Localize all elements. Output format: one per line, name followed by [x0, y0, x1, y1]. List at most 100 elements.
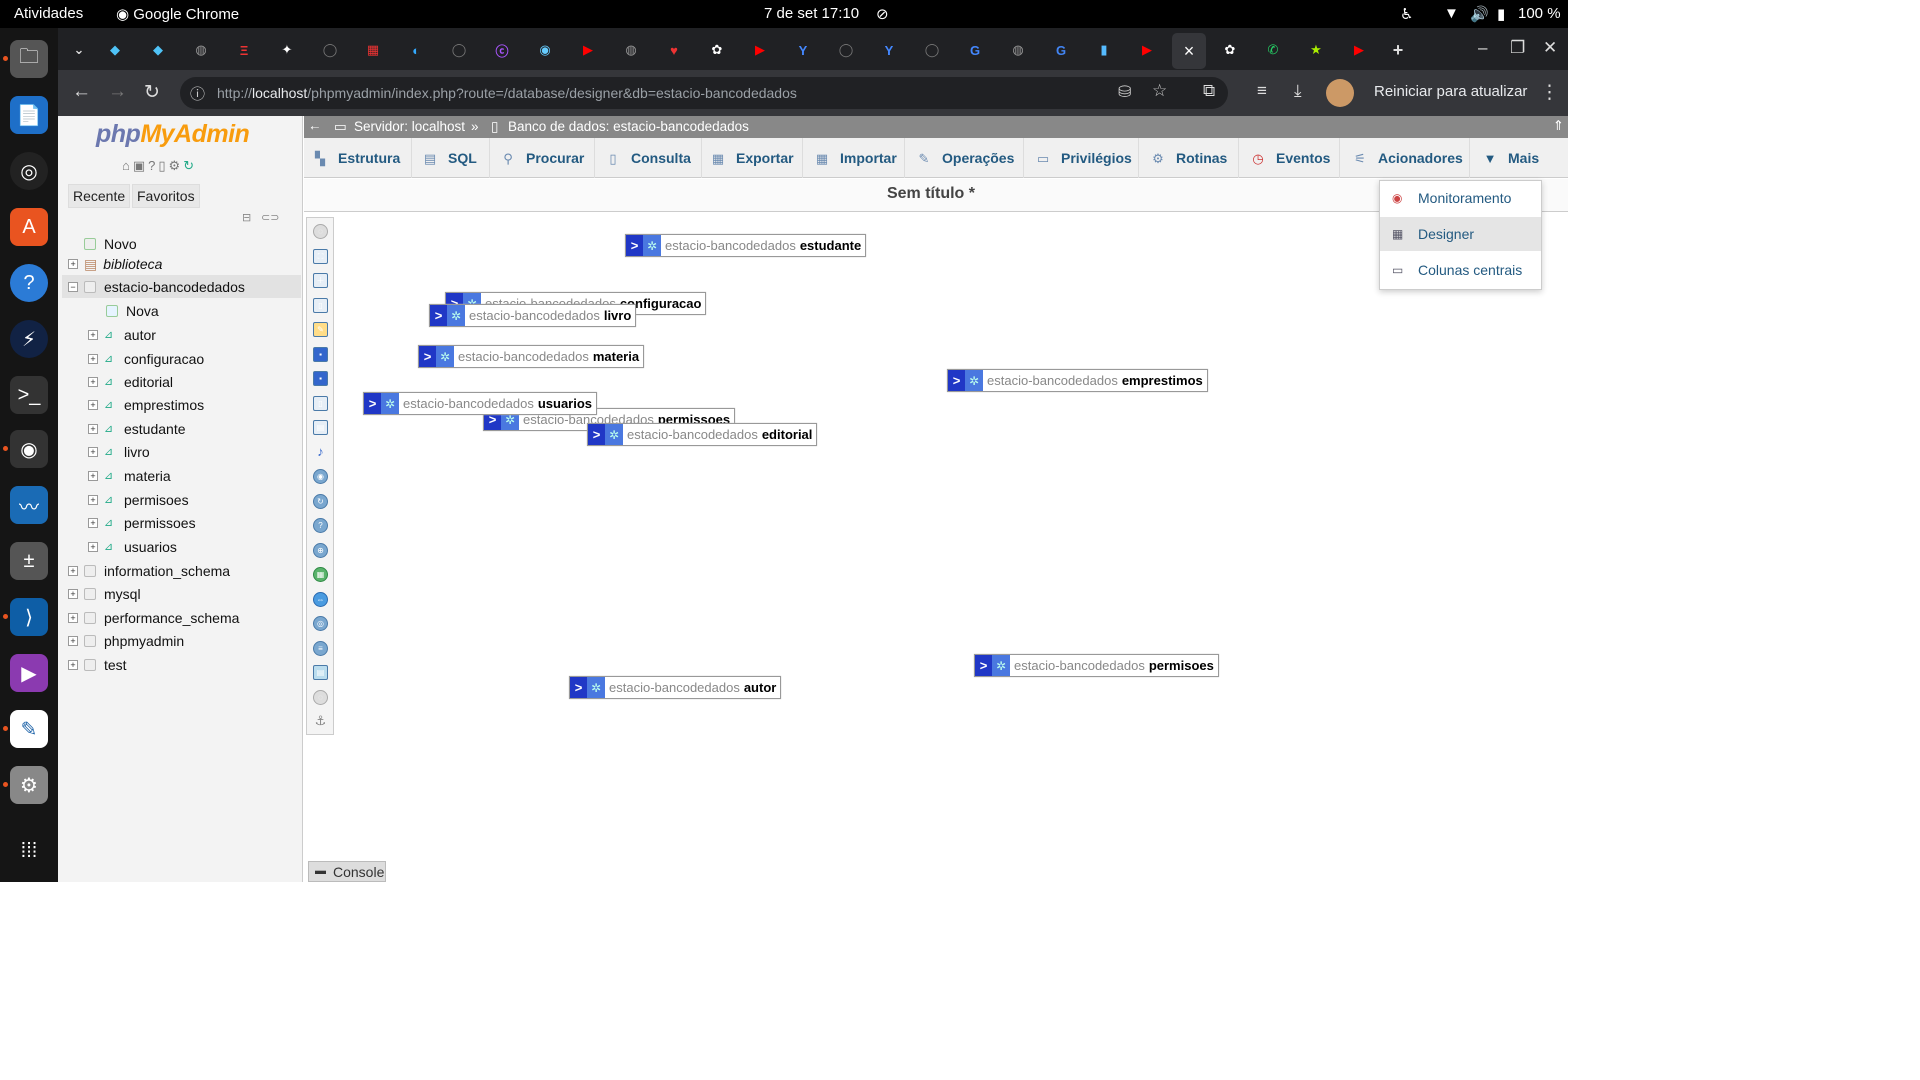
tab-favicon[interactable]: Y [790, 37, 816, 63]
toggle-columns-button[interactable]: > [419, 346, 436, 367]
designer-table-editorial[interactable]: > ✲ estacio-bancodedados editorial [587, 423, 818, 446]
expand-icon[interactable]: + [88, 447, 98, 457]
tab-favicon[interactable]: ◆ [102, 37, 128, 63]
reload-icon[interactable]: ↻ [144, 81, 160, 104]
docs-icon[interactable]: ? [148, 158, 158, 173]
scroll-top-icon[interactable]: ⇑ [1553, 118, 1564, 134]
designer-table-emprestimos[interactable]: > ✲ estacio-bancodedados emprestimos [947, 369, 1208, 392]
tab-youtube-icon[interactable]: ▶ [575, 37, 601, 63]
accessibility-icon[interactable]: ♿ [1400, 5, 1413, 23]
tab-favicon[interactable]: ▮ [1091, 37, 1117, 63]
save-as-icon[interactable]: ▪ [313, 371, 328, 386]
tab-whatsapp-icon[interactable]: ✆ [1260, 37, 1286, 63]
tree-db-test[interactable]: + test [68, 654, 127, 676]
profile-avatar[interactable] [1326, 79, 1354, 107]
vscode-icon[interactable]: ⟩ [10, 598, 48, 636]
logout-icon[interactable]: ▣ [133, 158, 148, 173]
software-icon[interactable]: A [10, 208, 48, 246]
rhythmbox-icon[interactable]: ◎ [10, 152, 48, 190]
tab-favicon[interactable]: ◍ [188, 37, 214, 63]
tab-acionadores[interactable]: ⚟ Acionadores [1352, 138, 1470, 178]
designer-table-permisoes[interactable]: > ✲ estacio-bancodedados permisoes [974, 654, 1219, 677]
calculator-icon[interactable]: ± [10, 542, 48, 580]
build-query-icon[interactable]: ◌ [313, 690, 328, 705]
help-icon[interactable]: ? [10, 264, 48, 302]
designer-table-estudante[interactable]: > ✲ estacio-bancodedados estudante [625, 234, 867, 257]
tab-procurar[interactable]: ⚲ Procurar [500, 138, 595, 178]
table-options-icon[interactable]: ✲ [381, 393, 399, 414]
minimize-icon[interactable]: – [1478, 38, 1487, 58]
new-page-icon[interactable]: ▯ [313, 298, 328, 313]
tree-new-table[interactable]: Nova [106, 300, 159, 322]
favorites-button[interactable]: Favoritos [132, 184, 200, 208]
expand-icon[interactable]: + [88, 377, 98, 387]
menu-item-designer[interactable]: ▦ Designer [1380, 217, 1541, 251]
thunderbolt-icon[interactable]: ⚡ [10, 320, 48, 358]
database-icon[interactable]: ⛁ [1118, 82, 1131, 102]
create-table-icon[interactable]: ▤ [313, 420, 328, 435]
help-icon[interactable]: ? [313, 518, 328, 533]
console-toggle[interactable]: ▬ Console [308, 861, 386, 882]
tree-table-permisoes[interactable]: + ⊿ permisoes [88, 489, 189, 511]
tree-table-livro[interactable]: + ⊿ livro [88, 441, 150, 463]
toggle-columns-button[interactable]: > [948, 370, 965, 391]
new-tab-button[interactable]: + [1385, 37, 1411, 63]
expand-icon[interactable]: + [88, 542, 98, 552]
tree-group-biblioteca[interactable]: + ▤ biblioteca [68, 253, 162, 275]
expand-icon[interactable]: + [88, 471, 98, 481]
download-icon[interactable]: ⤓ [1294, 81, 1302, 101]
settings-icon[interactable]: ⚙ [10, 766, 48, 804]
app-grid-icon[interactable]: ⁞⁞⁞ [10, 832, 48, 870]
expand-icon[interactable]: + [88, 400, 98, 410]
toggle-columns-button[interactable]: > [588, 424, 605, 445]
tab-exportar[interactable]: ▦ Exportar [710, 138, 803, 178]
tab-github-icon[interactable]: ◯ [833, 37, 859, 63]
site-info-icon[interactable]: ⓘ [190, 83, 205, 104]
toggle-relation-lines-icon[interactable]: ≡ [313, 641, 328, 656]
toggle-columns-button[interactable]: > [626, 235, 643, 256]
expand-icon[interactable]: + [68, 660, 78, 670]
table-options-icon[interactable]: ✲ [992, 655, 1010, 676]
tree-db-mysql[interactable]: + mysql [68, 583, 141, 605]
tree-table-configuracao[interactable]: + ⊿ configuracao [88, 348, 204, 370]
expand-icon[interactable]: + [88, 518, 98, 528]
settings-icon[interactable]: ⚙ [169, 158, 184, 173]
expand-icon[interactable]: + [88, 330, 98, 340]
media-player-icon[interactable]: ▶ [10, 654, 48, 692]
breadcrumb-server[interactable]: Servidor: localhost [354, 119, 465, 134]
maximize-icon[interactable]: ❐ [1510, 38, 1525, 58]
expand-icon[interactable]: + [68, 636, 78, 646]
tab-favicon[interactable]: Ξ [231, 37, 257, 63]
monitor-icon[interactable]: 〰 [10, 486, 48, 524]
writer-icon[interactable]: 📄 [10, 96, 48, 134]
expand-icon[interactable]: + [88, 495, 98, 505]
battery-icon[interactable]: ▮ [1497, 5, 1505, 23]
designer-table-autor[interactable]: > ✲ estacio-bancodedados autor [569, 676, 782, 699]
toggle-columns-button[interactable]: > [364, 393, 381, 414]
expand-icon[interactable]: + [68, 613, 78, 623]
expand-icon[interactable]: + [68, 589, 78, 599]
tree-table-emprestimos[interactable]: + ⊿ emprestimos [88, 394, 204, 416]
tree-table-editorial[interactable]: + ⊿ editorial [88, 371, 173, 393]
tab-youtube-icon[interactable]: ▶ [747, 37, 773, 63]
expand-icon[interactable]: + [88, 354, 98, 364]
tab-eventos[interactable]: ◷ Eventos [1250, 138, 1340, 178]
designer-table-materia[interactable]: > ✲ estacio-bancodedados materia [418, 345, 645, 368]
tab-github-icon[interactable]: ◯ [317, 37, 343, 63]
tab-sql[interactable]: ▤ SQL [422, 138, 490, 178]
collapse-icon[interactable]: − [68, 282, 78, 292]
toggle-columns-button[interactable]: > [570, 677, 587, 698]
table-options-icon[interactable]: ✲ [436, 346, 454, 367]
tree-new-database[interactable]: Novo [68, 233, 137, 255]
tab-favicon[interactable]: ⓒ [489, 37, 515, 63]
tab-github-icon[interactable]: ◯ [919, 37, 945, 63]
choose-column-icon[interactable]: ◉ [313, 469, 328, 484]
save-icon[interactable]: ▪ [313, 347, 328, 362]
tree-db-estacio[interactable]: − estacio-bancodedados [68, 276, 245, 298]
link-icon[interactable]: ⊂⊃ [261, 211, 279, 224]
fullscreen-icon[interactable]: ⛶ [313, 249, 328, 264]
tab-favicon[interactable]: ♥ [661, 37, 687, 63]
add-tables-icon[interactable]: ＋ [313, 273, 328, 288]
edit-page-icon[interactable]: ✎ [313, 322, 328, 337]
tree-table-usuarios[interactable]: + ⊿ usuarios [88, 536, 177, 558]
